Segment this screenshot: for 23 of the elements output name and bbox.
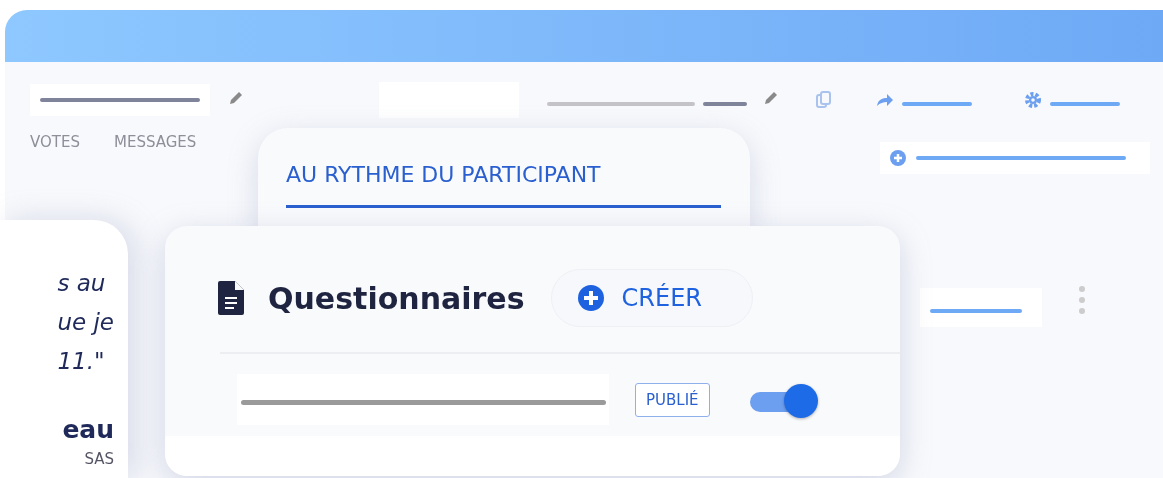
create-button[interactable]: CRÉER [550, 269, 753, 327]
status-badge: PUBLIÉ [635, 382, 710, 417]
quote-text: 11." [57, 347, 106, 376]
pencil-icon[interactable] [763, 90, 779, 106]
pencil-icon[interactable] [228, 90, 244, 106]
add-icon[interactable] [890, 150, 906, 166]
placeholder-line [1050, 101, 1120, 106]
placeholder-line [902, 101, 972, 106]
copy-icon[interactable] [816, 91, 832, 109]
company-name: SAS [84, 450, 114, 468]
document-icon [218, 281, 244, 315]
quote-text: ue je [57, 308, 114, 337]
author-name: eau [62, 415, 114, 444]
add-icon [577, 285, 604, 311]
section-title: Questionnaires [268, 280, 525, 316]
mode-tab[interactable]: AU RYTHME DU PARTICIPANT [286, 158, 721, 208]
settings-icon[interactable] [1024, 91, 1042, 109]
share-icon[interactable] [876, 93, 894, 107]
more-icon[interactable] [1079, 285, 1085, 315]
placeholder-line [703, 101, 747, 106]
tab[interactable]: MESSAGES [113, 133, 197, 151]
quote-text: s au [57, 269, 107, 298]
tab[interactable]: VOTES [30, 133, 80, 151]
